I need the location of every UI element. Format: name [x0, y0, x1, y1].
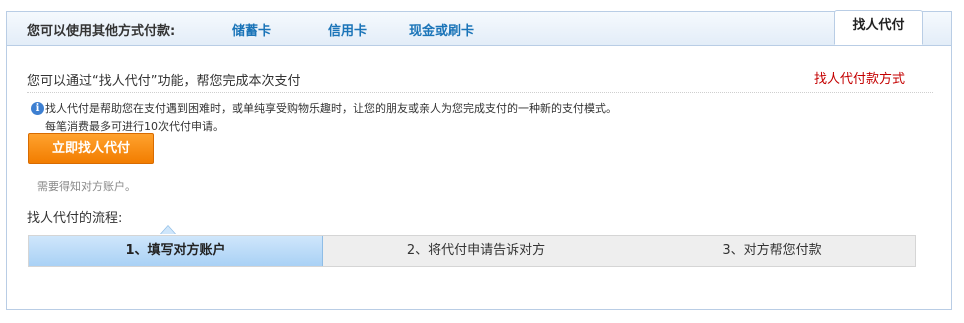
intro-text: 您可以通过“找人代付”功能，帮您完成本次支付: [27, 74, 301, 89]
tab-credit-card[interactable]: 信用卡: [328, 20, 367, 39]
find-payer-now-button[interactable]: 立即找人代付: [28, 133, 154, 164]
tab-find-payer[interactable]: 找人代付: [834, 10, 923, 45]
info-icon: i: [31, 102, 44, 115]
divider: [27, 92, 933, 93]
find-payer-method-link[interactable]: 找人代付款方式: [814, 68, 905, 87]
description-line-1: 找人代付是帮助您在支付遇到困难时，或单纯享受购物乐趣时，让您的朋友或亲人为您完成…: [45, 102, 617, 115]
flow-title: 找人代付的流程:: [27, 211, 123, 226]
payment-panel: 您可以使用其他方式付款: 储蓄卡 信用卡 现金或刷卡 找人代付 您可以通过“找人…: [6, 10, 952, 310]
payment-method-tabbar: 您可以使用其他方式付款: 储蓄卡 信用卡 现金或刷卡 找人代付: [7, 10, 951, 46]
step-1-fill-account: 1、填写对方账户: [29, 236, 323, 266]
tab-cash-or-card[interactable]: 现金或刷卡: [409, 20, 474, 39]
note-text: 需要得知对方账户。: [37, 180, 136, 193]
step-3-payer-pays: 3、对方帮您付款: [722, 243, 822, 258]
tab-debit-card[interactable]: 储蓄卡: [232, 20, 271, 39]
description-line-2: 每笔消费最多可进行10次代付申请。: [45, 120, 224, 133]
step-caret: [161, 226, 175, 234]
step-2-notify-payer: 2、将代付申请告诉对方: [406, 243, 546, 258]
process-steps: 1、填写对方账户 2、将代付申请告诉对方 3、对方帮您付款: [28, 235, 916, 267]
tabbar-title: 您可以使用其他方式付款:: [27, 24, 176, 39]
